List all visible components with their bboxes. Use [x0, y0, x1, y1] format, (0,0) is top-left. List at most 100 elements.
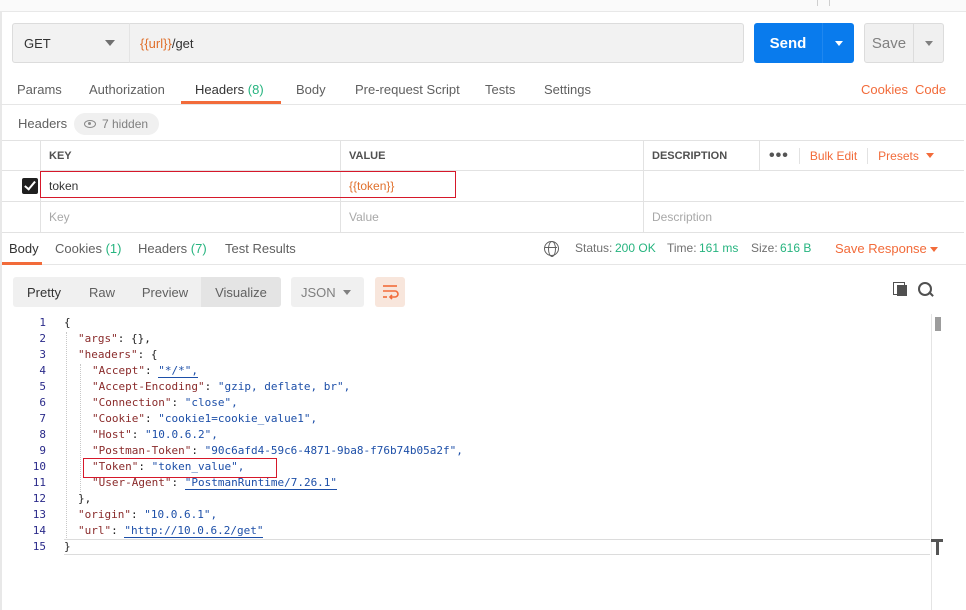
status-label: Status:	[575, 241, 613, 255]
tab-response-body[interactable]: Body	[9, 241, 39, 256]
wrap-lines-button[interactable]	[375, 277, 405, 307]
chevron-down-icon	[924, 40, 933, 46]
presets-dropdown[interactable]: Presets	[878, 149, 919, 163]
new-key-input[interactable]: Key	[40, 202, 340, 232]
globe-icon[interactable]	[544, 241, 559, 257]
scrollbar-track[interactable]	[931, 314, 932, 610]
hidden-headers-label: 7 hidden	[102, 117, 149, 131]
line-number: 5	[39, 380, 46, 393]
line-number: 7	[39, 412, 46, 425]
save-button[interactable]: Save	[864, 23, 944, 63]
json-bracket: },	[78, 492, 92, 505]
tab-headers-count: (7)	[190, 241, 207, 256]
response-tabs: Body Cookies (1) Headers (7) Test Result…	[0, 233, 966, 265]
highlight-box	[83, 458, 277, 478]
cookies-link[interactable]: Cookies	[861, 82, 908, 97]
code-line: "Cookie": "cookie1=cookie_value1",	[92, 412, 318, 425]
scrollbar-thumb[interactable]	[935, 317, 941, 331]
json-key: "Accept"	[92, 364, 145, 377]
request-tabs: Params Authorization Headers (8) Body Pr…	[0, 76, 966, 105]
bulk-edit-link[interactable]: Bulk Edit	[810, 149, 857, 163]
tab-tests[interactable]: Tests	[485, 82, 515, 97]
code-line: "args": {},	[78, 332, 151, 345]
wrap-icon	[383, 285, 399, 300]
code-link[interactable]: Code	[915, 82, 946, 97]
tab-headers-label: Headers	[195, 82, 245, 97]
json-value: "90c6afd4-59c6-4871-9ba8-f76b74b05a2f",	[204, 444, 463, 457]
line-number: 12	[32, 492, 46, 505]
line-number: 4	[39, 364, 46, 377]
tab-divider	[829, 0, 830, 6]
code-line: "Accept-Encoding": "gzip, deflate, br",	[92, 380, 351, 393]
chevron-down-icon	[105, 40, 115, 46]
chevron-down-icon	[930, 247, 938, 252]
tab-test-results[interactable]: Test Results	[225, 241, 296, 256]
url-path: /get	[171, 35, 194, 51]
view-pretty-button[interactable]: Pretty	[13, 277, 75, 307]
view-preview-button[interactable]: Preview	[129, 277, 201, 307]
line-number: 3	[39, 348, 46, 361]
more-options-icon[interactable]: •••	[769, 147, 789, 165]
send-label: Send	[769, 34, 807, 52]
tab-params[interactable]: Params	[17, 82, 62, 97]
url-variable: {{url}}	[140, 35, 172, 51]
tab-headers[interactable]: Headers (8)	[195, 82, 264, 97]
json-key: "Connection"	[92, 396, 172, 409]
view-raw-button[interactable]: Raw	[75, 277, 129, 307]
tab-cookies-label: Cookies	[55, 241, 102, 256]
new-value-input[interactable]: Value	[340, 202, 643, 232]
code-line: "headers": {	[78, 348, 158, 361]
size-value: 616 B	[780, 241, 812, 255]
tab-response-cookies[interactable]: Cookies (1)	[55, 241, 121, 256]
active-tab-indicator	[2, 262, 42, 265]
send-options-button[interactable]	[823, 40, 854, 46]
line-number: 15	[32, 540, 46, 553]
header-enabled-checkbox[interactable]	[22, 178, 38, 194]
search-icon[interactable]	[918, 282, 934, 298]
json-value: "10.0.6.2",	[145, 428, 218, 441]
indent-guide	[80, 364, 81, 492]
tab-prerequest-script[interactable]: Pre-request Script	[355, 82, 460, 97]
format-select[interactable]: JSON	[291, 277, 364, 307]
tab-headers-label: Headers	[138, 241, 188, 256]
save-label: Save	[871, 34, 907, 52]
json-value: "http://10.0.6.2/get"	[124, 524, 264, 538]
line-number: 13	[32, 508, 46, 521]
hidden-headers-toggle[interactable]: 7 hidden	[74, 113, 159, 135]
tab-body[interactable]: Body	[296, 82, 326, 97]
json-value: "close",	[184, 396, 238, 409]
method-select[interactable]: GET	[12, 23, 130, 63]
line-number: 6	[39, 396, 46, 409]
new-description-input[interactable]: Description	[643, 202, 964, 232]
json-value: "cookie1=cookie_value1",	[158, 412, 318, 425]
code-line: "url": "http://10.0.6.2/get"	[78, 524, 264, 538]
line-number: 10	[32, 460, 46, 473]
code-line: "origin": "10.0.6.1",	[78, 508, 218, 521]
line-number: 2	[39, 332, 46, 345]
tab-settings[interactable]: Settings	[544, 82, 591, 97]
url-input[interactable]: {{url}}/get	[129, 23, 744, 63]
copy-icon[interactable]	[893, 282, 907, 296]
send-button[interactable]: Send	[754, 23, 854, 63]
chevron-down-icon	[343, 290, 351, 295]
code-line: "Postman-Token": "90c6afd4-59c6-4871-9ba…	[92, 444, 463, 457]
json-value: "10.0.6.1",	[144, 508, 218, 521]
tab-authorization[interactable]: Authorization	[89, 82, 165, 97]
active-line-highlight	[64, 539, 930, 555]
text-cursor-icon	[931, 539, 943, 555]
eye-icon	[84, 120, 96, 128]
header-description-cell[interactable]	[643, 171, 964, 201]
save-options-button[interactable]	[914, 40, 943, 46]
tab-response-headers[interactable]: Headers (7)	[138, 241, 207, 256]
column-value: VALUE	[340, 141, 643, 170]
chevron-down-icon	[834, 40, 843, 46]
code-line: "Accept": "*/*",	[92, 364, 198, 378]
view-visualize-button[interactable]: Visualize	[201, 277, 281, 307]
line-number: 11	[32, 476, 46, 489]
save-response-button[interactable]: Save Response	[835, 241, 927, 256]
highlight-box	[40, 171, 456, 198]
code-line: {	[64, 316, 71, 329]
chevron-down-icon	[925, 153, 934, 158]
json-key: "Accept-Encoding"	[92, 380, 205, 393]
method-label: GET	[24, 35, 51, 51]
